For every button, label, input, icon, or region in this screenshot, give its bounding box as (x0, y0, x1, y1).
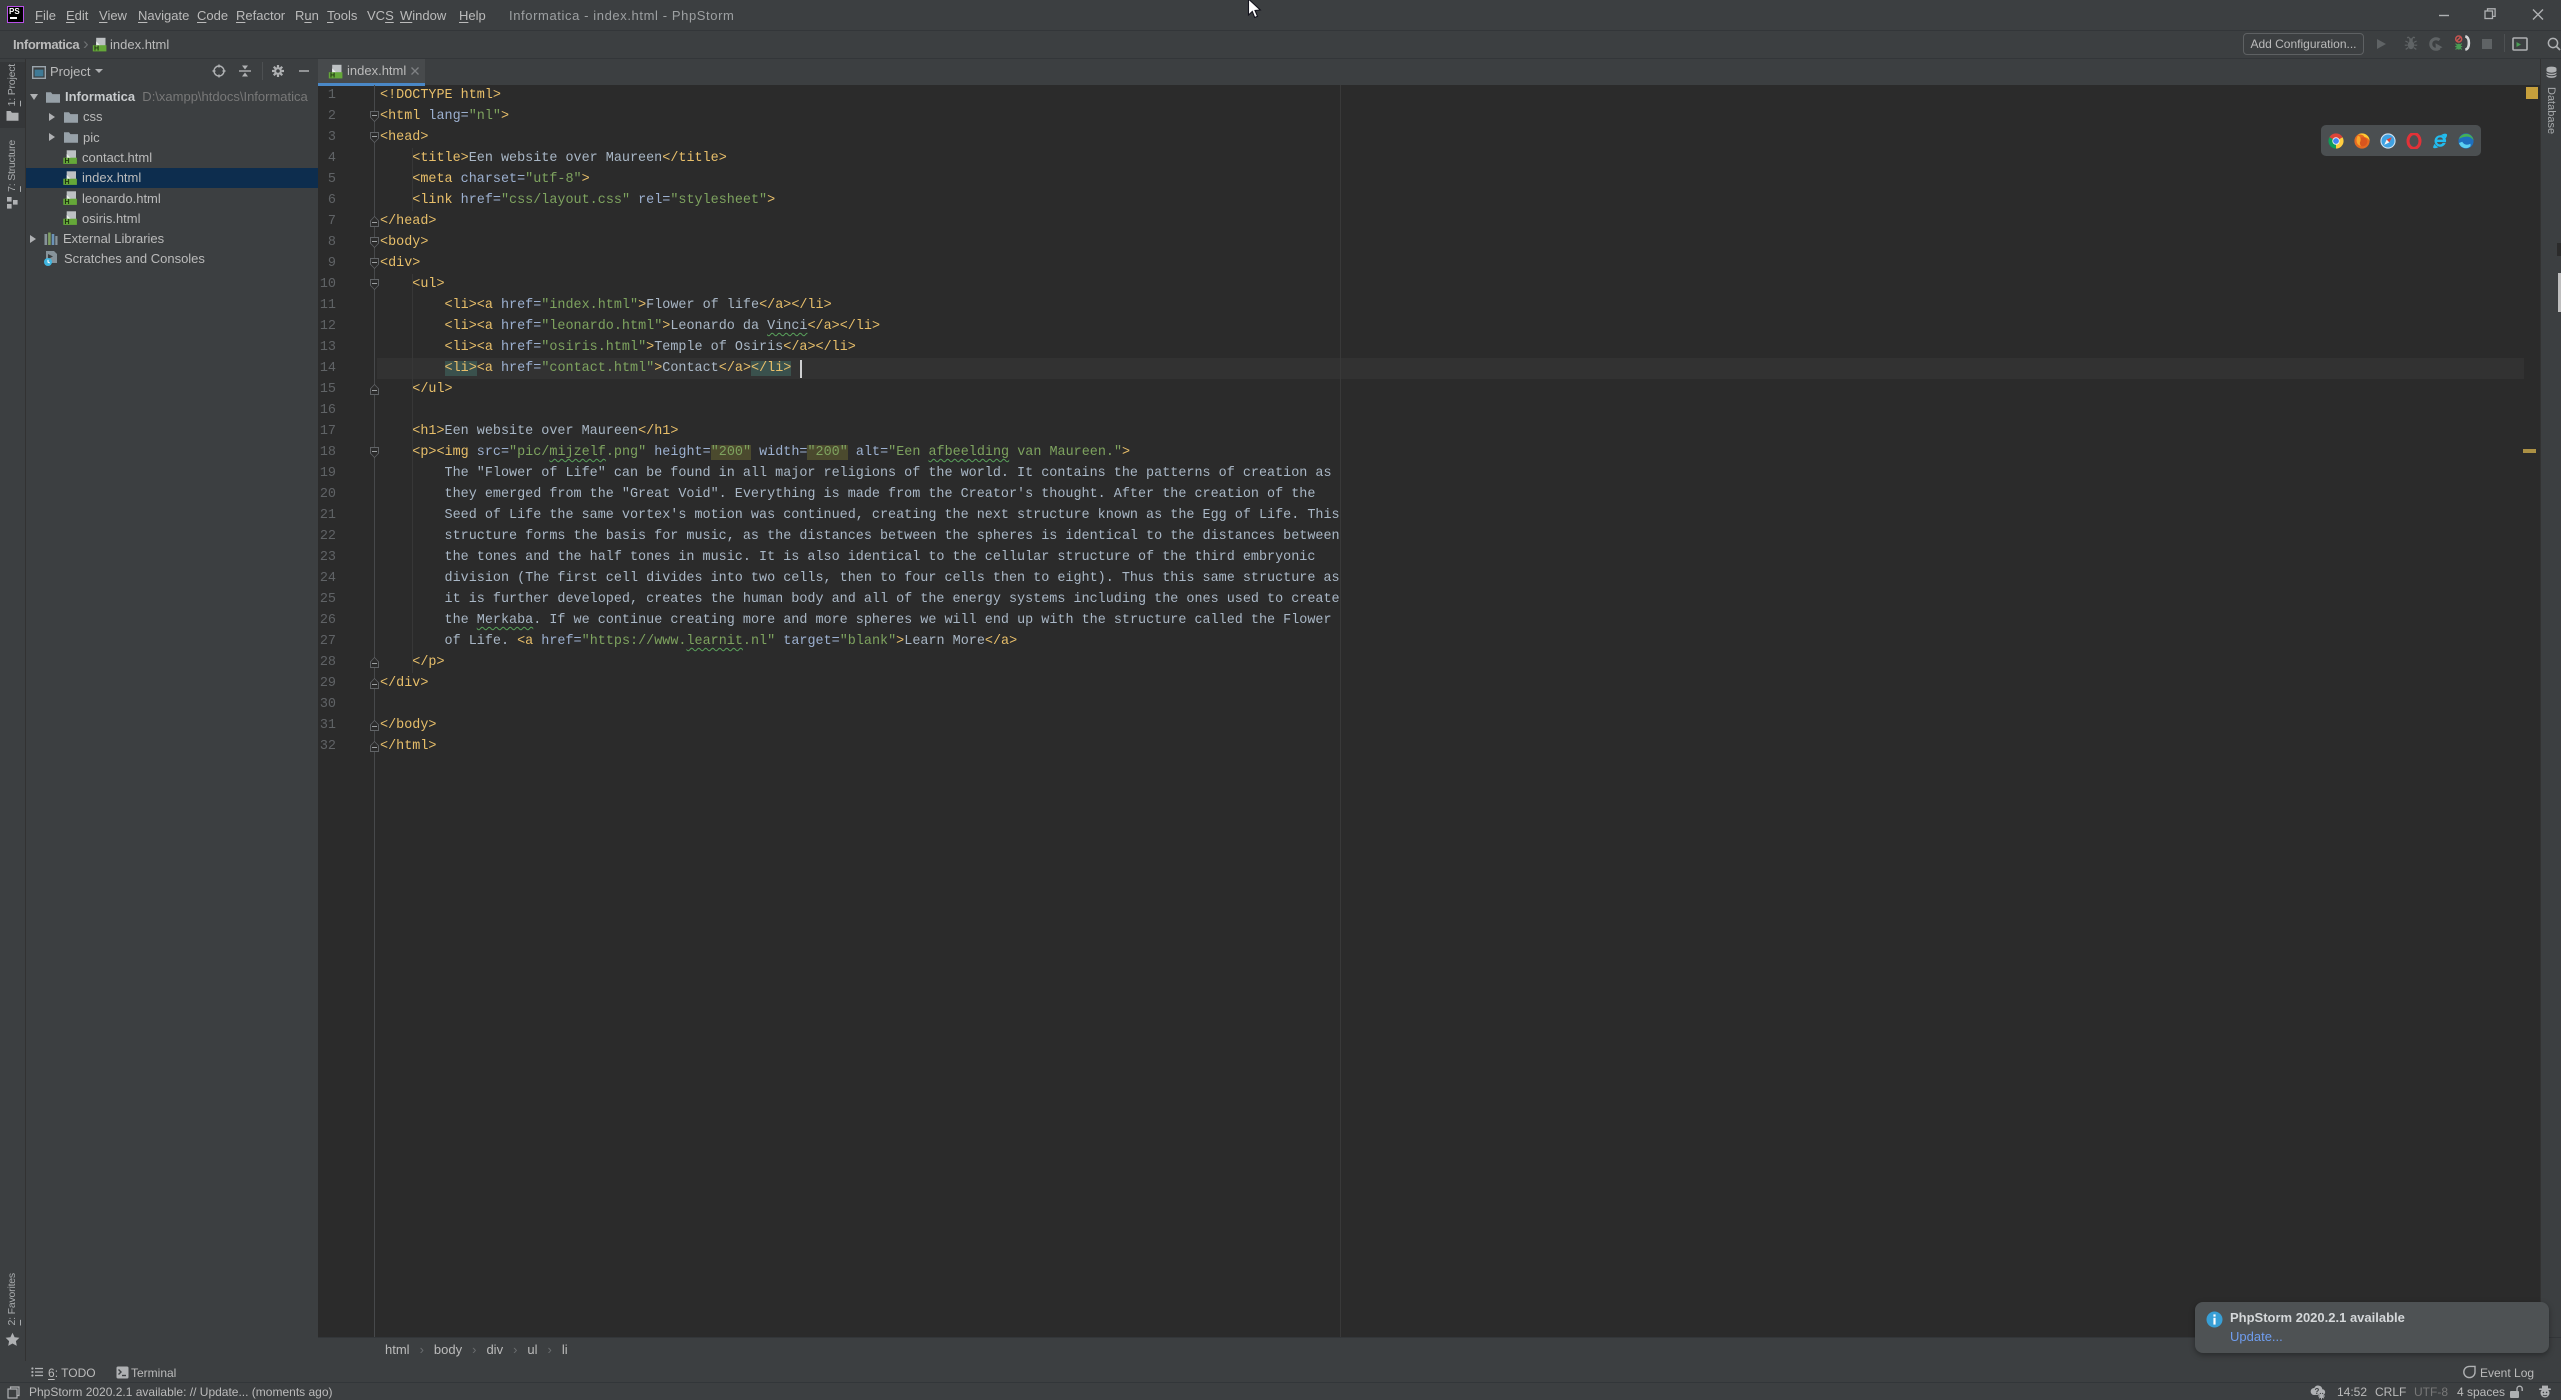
svg-text:H: H (65, 199, 70, 206)
svg-text:H: H (65, 219, 70, 226)
svg-text:H: H (65, 179, 70, 186)
svg-text:H: H (94, 46, 99, 52)
svg-text:H: H (65, 159, 70, 166)
svg-text:H: H (330, 73, 335, 79)
